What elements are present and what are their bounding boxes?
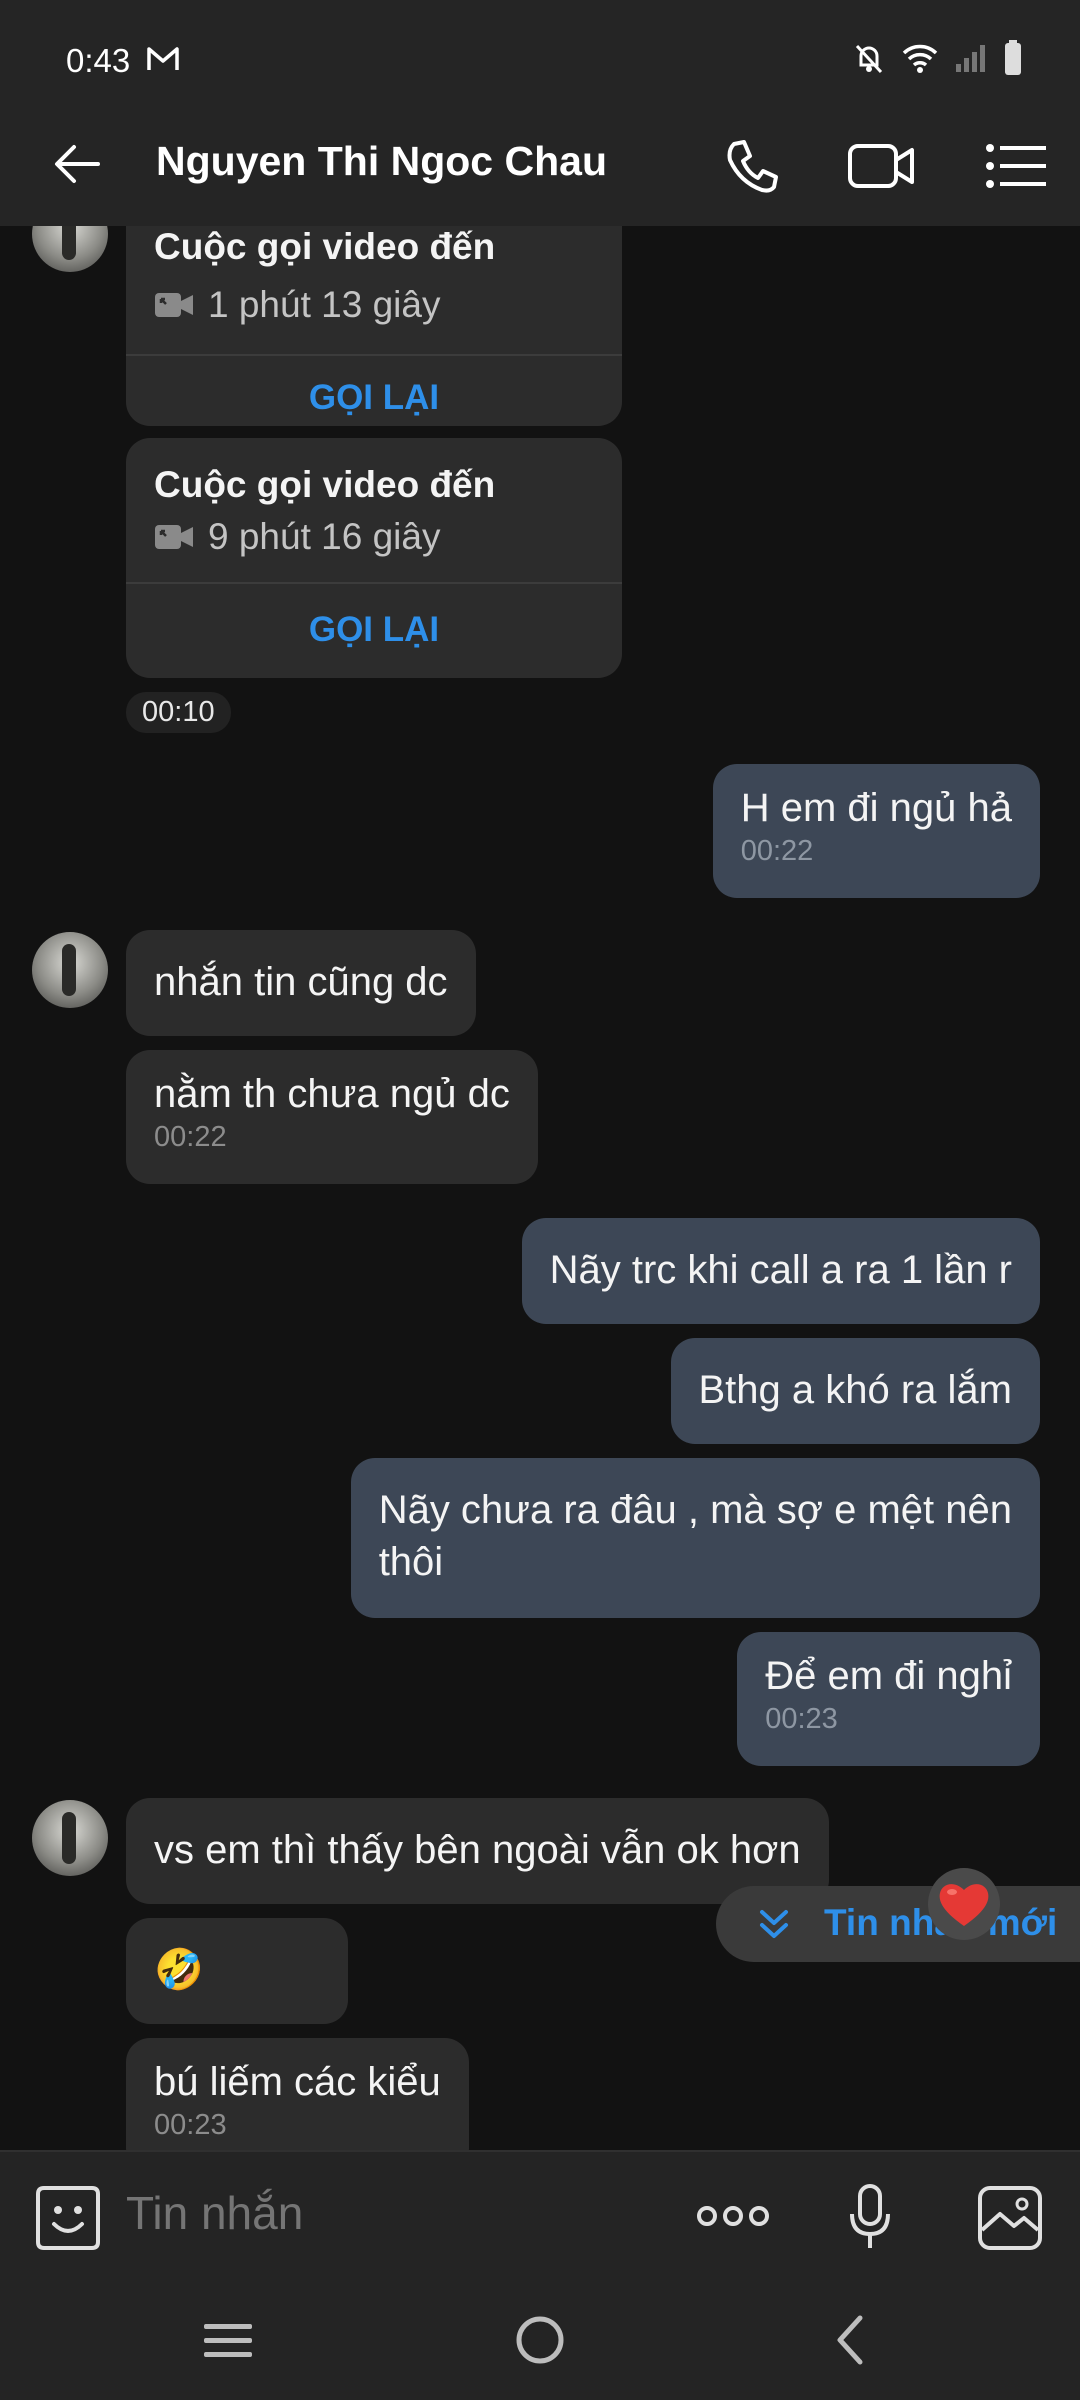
divider: [126, 582, 622, 584]
call-title: Cuộc gọi video đến: [154, 226, 496, 267]
call-back-button[interactable]: GỌI LẠI: [126, 610, 622, 650]
wifi-icon: [902, 44, 938, 73]
status-bar: 0:43: [0, 0, 1080, 120]
outgoing-message[interactable]: Nãy chưa ra đâu , mà sợ e mệt nên thôi: [350, 1458, 1040, 1618]
message-text: Bthg a khó ra lắm: [698, 1368, 1013, 1412]
contact-avatar[interactable]: [32, 226, 108, 272]
call-back-button[interactable]: GỌI LẠI: [126, 378, 622, 418]
video-call-icon: [155, 293, 193, 317]
incoming-message[interactable]: vs em thì thấy bên ngoài vẫn ok hơn: [126, 1798, 829, 1904]
outgoing-message[interactable]: Bthg a khó ra lắm: [670, 1338, 1040, 1444]
smiley-sticker-icon[interactable]: [34, 2184, 102, 2252]
incoming-message[interactable]: nằm th chưa ngủ dc 00:22: [126, 1050, 538, 1184]
message-composer: [0, 2150, 1080, 2280]
gmail-icon: [147, 47, 179, 70]
call-title: Cuộc gọi video đến: [154, 464, 496, 505]
message-text: thôi: [378, 1540, 444, 1584]
contact-name[interactable]: Nguyen Thi Ngoc Chau: [156, 138, 607, 185]
battery-icon: [1005, 40, 1021, 75]
video-call-card: Cuộc gọi video đến 1 phút 13 giây GỌI LẠ…: [126, 226, 622, 426]
microphone-icon[interactable]: [846, 2182, 894, 2252]
incoming-message[interactable]: bú liếm các kiểu 00:23: [126, 2038, 469, 2150]
contact-avatar[interactable]: [32, 932, 108, 1008]
home-icon[interactable]: [512, 2312, 568, 2368]
more-options-icon[interactable]: [696, 2196, 770, 2236]
recent-apps-icon[interactable]: [200, 2316, 256, 2364]
list-menu-icon[interactable]: [980, 130, 1052, 202]
double-chevron-down-icon: [760, 1910, 788, 1938]
arrow-left-icon[interactable]: [48, 134, 108, 194]
chat-header: Nguyen Thi Ngoc Chau: [0, 120, 1080, 226]
message-list[interactable]: Cuộc gọi video đến 1 phút 13 giây GỌI LẠ…: [0, 226, 1080, 2150]
video-camera-icon[interactable]: [846, 130, 918, 202]
message-text: Nãy chưa ra đâu , mà sợ e mệt nên: [378, 1488, 1012, 1532]
system-nav-bar: [0, 2280, 1080, 2400]
message-text: H em đi ngủ hả: [740, 786, 1012, 830]
emoji-message: 🤣: [154, 1948, 204, 1992]
status-icons: [852, 40, 1022, 76]
contact-avatar[interactable]: [32, 1800, 108, 1876]
incoming-message[interactable]: 🤣: [126, 1918, 348, 2024]
message-text: Nãy trc khi call a ra 1 lần r: [549, 1248, 1012, 1292]
divider: [126, 354, 622, 356]
phone-icon[interactable]: [716, 130, 788, 202]
video-call-card: Cuộc gọi video đến 9 phút 16 giây GỌI LẠ…: [126, 438, 622, 678]
message-text: bú liếm các kiểu: [154, 2060, 441, 2104]
message-input[interactable]: [126, 2186, 646, 2240]
signal-icon: [956, 45, 985, 72]
message-time: 00:22: [154, 1121, 227, 1153]
call-duration: 1 phút 13 giây: [154, 284, 440, 326]
status-time: 0:43: [66, 42, 131, 79]
image-gallery-icon[interactable]: [976, 2184, 1044, 2252]
incoming-message[interactable]: nhắn tin cũng dc: [126, 930, 476, 1036]
heart-reaction-icon[interactable]: [928, 1868, 1000, 1940]
message-text: nhắn tin cũng dc: [154, 960, 448, 1004]
new-message-button[interactable]: Tin nhắn mới: [716, 1886, 1080, 1962]
back-nav-icon[interactable]: [826, 2312, 874, 2368]
outgoing-message[interactable]: Để em đi nghỉ 00:23: [737, 1632, 1040, 1766]
message-text: vs em thì thấy bên ngoài vẫn ok hơn: [154, 1828, 801, 1872]
message-time: 00:23: [154, 2109, 227, 2141]
message-time: 00:22: [740, 835, 814, 867]
message-time: 00:23: [765, 1703, 838, 1735]
message-text: nằm th chưa ngủ dc: [154, 1072, 510, 1116]
call-duration-text: 9 phút 16 giây: [208, 516, 441, 557]
message-text: Để em đi nghỉ: [765, 1654, 1012, 1698]
timestamp-pill: 00:10: [126, 692, 231, 733]
outgoing-message[interactable]: Nãy trc khi call a ra 1 lần r: [521, 1218, 1040, 1324]
outgoing-message[interactable]: H em đi ngủ hả 00:22: [712, 764, 1040, 898]
call-duration-text: 1 phút 13 giây: [208, 284, 441, 325]
video-call-icon: [155, 525, 193, 549]
mute-bell-icon: [855, 44, 883, 74]
call-duration: 9 phút 16 giây: [154, 516, 440, 558]
